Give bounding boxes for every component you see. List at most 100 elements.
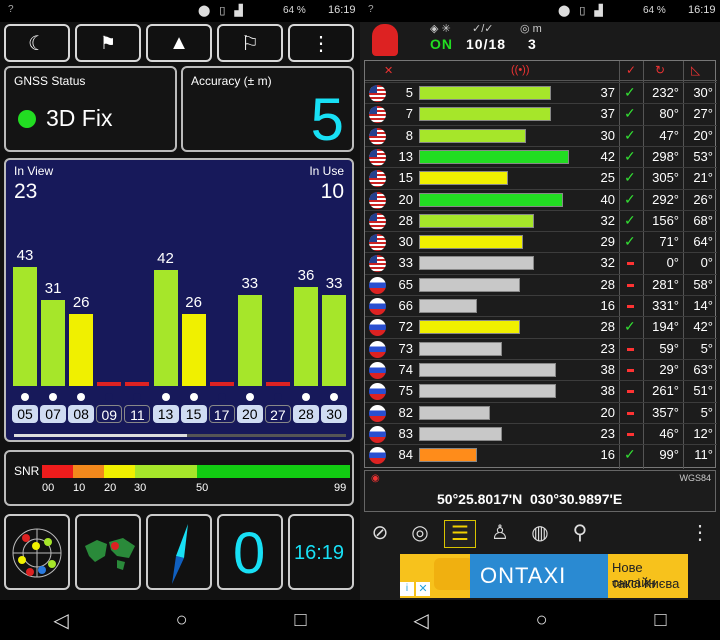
- table-row[interactable]: 83 23 46° 12°: [365, 422, 717, 444]
- elevation-icon: ◺: [691, 63, 701, 77]
- elevation-cell: 53°: [693, 148, 713, 164]
- walk-icon[interactable]: ♙: [484, 520, 516, 548]
- russia-flag-icon: [369, 361, 386, 379]
- speed-tile[interactable]: 0: [217, 514, 283, 590]
- table-row[interactable]: 13 42 ✓ 298° 53°: [365, 145, 717, 167]
- table-row[interactable]: 65 28 281° 58°: [365, 273, 717, 295]
- prn-label: 11: [124, 405, 151, 423]
- used-check-icon: ✓: [624, 446, 636, 463]
- prn-label: 15: [180, 405, 207, 423]
- recents-icon[interactable]: □: [294, 609, 306, 632]
- bar-value-label: 31: [44, 280, 62, 297]
- table-row[interactable]: 84 16 ✓ 99° 11°: [365, 444, 717, 465]
- signal-bar: [209, 382, 234, 386]
- home-icon[interactable]: ○: [176, 609, 188, 632]
- table-row[interactable]: 5 37 ✓ 232° 30°: [365, 82, 717, 103]
- signal-strength-bar: [419, 107, 551, 122]
- table-row[interactable]: 75 38 261° 51°: [365, 380, 717, 401]
- azimuth-cell: 80°: [659, 106, 679, 122]
- signal-list-icon[interactable]: ☰: [444, 520, 476, 548]
- prn-label: 09: [96, 405, 123, 423]
- globe-icon[interactable]: ◍: [524, 520, 556, 548]
- clock-tile[interactable]: 16:19: [288, 514, 354, 590]
- clock-value: 16:19: [294, 542, 345, 564]
- elevation-cell: 5°: [700, 340, 713, 356]
- app-logo-icon[interactable]: [372, 24, 398, 56]
- satellite-dot: [273, 393, 282, 401]
- table-row[interactable]: 15 25 ✓ 305° 21°: [365, 167, 717, 188]
- target-icon: ◎ m: [520, 23, 542, 35]
- prn-cell: 73: [398, 340, 413, 356]
- ad-info-icon[interactable]: i: [400, 582, 414, 596]
- bar-value-label: 26: [72, 294, 90, 311]
- prn-cell: 82: [398, 404, 413, 420]
- compass-needle-icon: [172, 524, 188, 584]
- radar-tile[interactable]: [4, 514, 70, 590]
- not-used-icon: [627, 432, 634, 436]
- usa-flag-icon: [369, 106, 386, 124]
- gnss-status-panel: GNSS Status 3D Fix: [4, 66, 177, 152]
- table-row[interactable]: 20 40 ✓ 292° 26°: [365, 188, 717, 210]
- location-pin-icon[interactable]: ⚲: [564, 520, 596, 548]
- table-row[interactable]: 33 32 0° 0°: [365, 252, 717, 273]
- prn-cell: 65: [398, 276, 413, 292]
- snr-tick: 99: [334, 482, 347, 494]
- elevation-cell: 20°: [693, 127, 713, 143]
- snr-cell: 30: [600, 127, 615, 143]
- gps-test-app: ? ⬤ ▯ ▟ 64 % 16:19 ◈ ✳ ✓/✓ ◎ m ON 10/18 3 …: [360, 0, 720, 640]
- moon-icon: ☾: [28, 32, 46, 55]
- more-icon[interactable]: ⋮: [684, 520, 716, 548]
- back-icon[interactable]: ◁: [53, 608, 68, 633]
- notification-icon: ?: [368, 4, 374, 15]
- table-row[interactable]: 30 29 ✓ 71° 64°: [365, 231, 717, 252]
- night-mode-button[interactable]: ☾: [4, 24, 70, 62]
- status-bar: ? ⬤ ▯ ▟ 64 % 16:19: [0, 0, 360, 22]
- navigate-button[interactable]: ▲: [146, 24, 212, 62]
- gnss-status-title: GNSS Status: [14, 74, 86, 88]
- home-icon[interactable]: ○: [536, 609, 548, 632]
- azimuth-cell: 331°: [652, 298, 679, 313]
- signal-bar: [41, 300, 66, 386]
- map-tile[interactable]: [75, 514, 141, 590]
- chart-scrollbar[interactable]: [14, 434, 346, 437]
- table-row[interactable]: 74 38 29° 63°: [365, 358, 717, 380]
- fix-status: 3D Fix: [46, 105, 113, 131]
- prn-cell: 5: [405, 85, 413, 100]
- signal-bar: [265, 382, 290, 386]
- waypoints-button[interactable]: ⚐: [217, 24, 283, 62]
- russia-flag-icon: [369, 425, 386, 443]
- table-row[interactable]: 66 16 331° 14°: [365, 295, 717, 316]
- table-row[interactable]: 7 37 ✓ 80° 27°: [365, 103, 717, 124]
- prn-cell: 28: [398, 212, 413, 228]
- elevation-cell: 5°: [700, 404, 713, 420]
- more-menu-button[interactable]: ⋮: [288, 24, 354, 62]
- azimuth-cell: 156°: [652, 212, 679, 228]
- accuracy-value: 5: [310, 86, 344, 153]
- ad-brand: ONTAXI: [470, 554, 608, 598]
- table-row[interactable]: 82 20 357° 5°: [365, 401, 717, 423]
- sats-used-count: 10/18: [466, 36, 507, 52]
- not-used-icon: [627, 262, 634, 266]
- table-row[interactable]: 8 30 ✓ 47° 20°: [365, 124, 717, 146]
- used-check-icon: ✓: [626, 63, 637, 77]
- ad-close-icon[interactable]: ✕: [416, 582, 430, 596]
- signal-bar: [181, 314, 206, 386]
- table-row[interactable]: 72 28 ✓ 194° 42°: [365, 316, 717, 337]
- back-icon[interactable]: ◁: [413, 608, 428, 633]
- signal-strength-bar: [419, 341, 502, 356]
- ad-banner[interactable]: i ✕ ONTAXI Нове онлайн таксі Києва: [400, 554, 688, 598]
- in-view-count: 23: [14, 180, 38, 203]
- recents-icon[interactable]: □: [654, 609, 666, 632]
- table-row[interactable]: 73 23 59° 5°: [365, 337, 717, 359]
- satellite-dot: [161, 393, 170, 401]
- compass-icon[interactable]: ⊘: [364, 520, 396, 548]
- signal-strength-bar: [419, 86, 551, 100]
- radar-icon[interactable]: ◎: [404, 520, 436, 548]
- bar-value-label: 26: [185, 294, 202, 311]
- snr-cell: 32: [600, 212, 615, 228]
- scrollbar-thumb[interactable]: [14, 434, 187, 437]
- vibrate-icon: ▯: [219, 5, 226, 17]
- table-row[interactable]: 28 32 ✓ 156° 68°: [365, 209, 717, 231]
- compass-tile[interactable]: [146, 514, 212, 590]
- people-button[interactable]: ⚑: [75, 24, 141, 62]
